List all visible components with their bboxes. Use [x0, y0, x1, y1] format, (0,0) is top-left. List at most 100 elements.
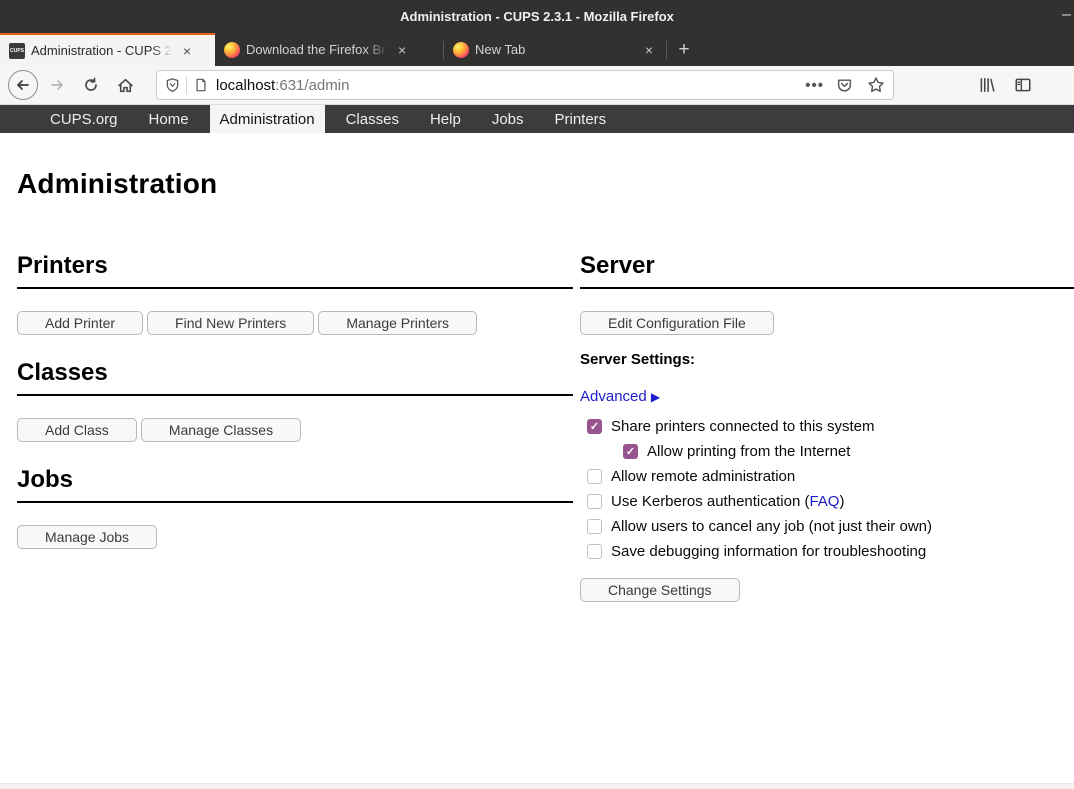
left-column: Printers Add Printer Find New Printers M… [17, 200, 573, 549]
setting-checkbox-row: Save debugging information for troublesh… [587, 539, 1074, 564]
find-new-printers-button[interactable]: Find New Printers [147, 311, 314, 335]
checkbox-label: Allow users to cancel any job (not just … [611, 518, 932, 535]
bookmark-star-icon[interactable] [867, 76, 885, 94]
tracking-shield-icon[interactable] [165, 77, 180, 93]
library-icon [978, 76, 996, 94]
classes-heading: Classes [17, 359, 573, 387]
firefox-favicon-icon [453, 42, 469, 58]
page-title: Administration [17, 168, 1074, 200]
edit-configuration-file-button[interactable]: Edit Configuration File [580, 311, 774, 335]
server-heading: Server [580, 252, 1074, 280]
new-tab-button[interactable]: + [667, 33, 701, 66]
tab-new-tab[interactable]: New Tab × [444, 33, 666, 66]
home-icon [117, 77, 134, 94]
setting-checkbox-row: ✓ Allow printing from the Internet [623, 439, 1074, 464]
reload-icon [83, 77, 99, 93]
nav-item-home[interactable]: Home [139, 105, 199, 133]
sidebar-icon [1014, 76, 1032, 94]
cups-nav-bar: CUPS.org Home Administration Classes Hel… [0, 105, 1074, 133]
setting-checkbox-row: Allow remote administration [587, 464, 1074, 489]
page-content: Administration Printers Add Printer Find… [0, 168, 1074, 602]
advanced-arrow-icon[interactable]: ▶ [651, 390, 660, 404]
page-actions-icon[interactable]: ••• [805, 77, 824, 94]
tab-title-fade [366, 42, 388, 57]
setting-checkbox-row: Allow users to cancel any job (not just … [587, 514, 1074, 539]
tab-bar: CUPS Administration - CUPS 2. × Download… [0, 33, 1074, 66]
manage-classes-button[interactable]: Manage Classes [141, 418, 301, 442]
nav-item-administration[interactable]: Administration [210, 105, 325, 133]
server-settings-checkbox-list: ✓ Share printers connected to this system… [580, 414, 1074, 564]
server-rule [580, 287, 1074, 289]
tab-download-firefox[interactable]: Download the Firefox Br × [215, 33, 443, 66]
library-button[interactable] [972, 70, 1002, 100]
checkbox-label: Allow printing from the Internet [647, 443, 850, 460]
url-host: localhost [216, 77, 275, 94]
jobs-buttons: Manage Jobs [17, 525, 573, 549]
jobs-heading: Jobs [17, 466, 573, 494]
tab-close-icon[interactable]: × [641, 43, 657, 57]
tab-close-icon[interactable]: × [394, 43, 410, 57]
nav-item-cups-org[interactable]: CUPS.org [40, 105, 128, 133]
urlbar-divider [186, 76, 187, 94]
reload-button[interactable] [76, 70, 106, 100]
minimize-button[interactable]: – [1062, 6, 1074, 24]
checkbox-label: Save debugging information for troublesh… [611, 543, 926, 560]
url-text[interactable]: localhost:631/admin [216, 77, 805, 94]
window-titlebar: Administration - CUPS 2.3.1 - Mozilla Fi… [0, 0, 1074, 33]
change-settings-row: Change Settings [580, 578, 1074, 602]
url-bar[interactable]: localhost:631/admin ••• [156, 70, 894, 100]
tab-title: Administration - CUPS 2. [31, 43, 173, 58]
checkbox-unchecked-icon[interactable] [587, 544, 602, 559]
jobs-rule [17, 501, 573, 503]
sidebar-button[interactable] [1008, 70, 1038, 100]
tab-close-icon[interactable]: × [179, 44, 195, 58]
checkbox-unchecked-icon[interactable] [587, 519, 602, 534]
manage-jobs-button[interactable]: Manage Jobs [17, 525, 157, 549]
page-footer-strip [0, 783, 1074, 789]
home-button[interactable] [110, 70, 140, 100]
nav-item-jobs[interactable]: Jobs [482, 105, 534, 133]
tab-title: New Tab [475, 42, 555, 57]
printers-heading: Printers [17, 252, 573, 280]
checkbox-label: Allow remote administration [611, 468, 795, 485]
firefox-favicon-icon [224, 42, 240, 58]
window-title: Administration - CUPS 2.3.1 - Mozilla Fi… [400, 9, 674, 24]
tab-title: Download the Firefox Br [246, 42, 388, 57]
manage-printers-button[interactable]: Manage Printers [318, 311, 477, 335]
forward-arrow-icon [49, 77, 65, 93]
classes-rule [17, 394, 573, 396]
forward-button[interactable] [42, 70, 72, 100]
checkbox-label: Use Kerberos authentication (FAQ) [611, 493, 844, 510]
server-buttons: Edit Configuration File [580, 311, 1074, 335]
add-printer-button[interactable]: Add Printer [17, 311, 143, 335]
printers-buttons: Add Printer Find New Printers Manage Pri… [17, 311, 573, 335]
cups-favicon-icon: CUPS [9, 43, 25, 59]
checkbox-label: Share printers connected to this system [611, 418, 874, 435]
checkbox-unchecked-icon[interactable] [587, 469, 602, 484]
url-path: :631/admin [275, 77, 349, 94]
nav-item-classes[interactable]: Classes [336, 105, 409, 133]
checkbox-checked-icon[interactable]: ✓ [587, 419, 602, 434]
back-arrow-icon [15, 77, 31, 93]
change-settings-button[interactable]: Change Settings [580, 578, 740, 602]
page-info-icon[interactable] [194, 77, 208, 93]
add-class-button[interactable]: Add Class [17, 418, 137, 442]
back-button[interactable] [8, 70, 38, 100]
checkbox-checked-icon[interactable]: ✓ [623, 444, 638, 459]
advanced-row: Advanced ▶ [580, 388, 1074, 405]
faq-link[interactable]: FAQ [809, 493, 839, 510]
tab-administration-cups[interactable]: CUPS Administration - CUPS 2. × [0, 33, 215, 66]
setting-checkbox-row: Use Kerberos authentication (FAQ) [587, 489, 1074, 514]
setting-checkbox-row: ✓ Share printers connected to this system [587, 414, 1074, 439]
toolbar-right-icons [904, 70, 1024, 100]
classes-buttons: Add Class Manage Classes [17, 418, 573, 442]
browser-toolbar: localhost:631/admin ••• [0, 66, 1074, 105]
right-column: Server Edit Configuration File Server Se… [580, 200, 1074, 602]
tab-title-fade [151, 43, 173, 58]
pocket-icon[interactable] [836, 77, 853, 94]
nav-item-printers[interactable]: Printers [545, 105, 617, 133]
checkbox-unchecked-icon[interactable] [587, 494, 602, 509]
advanced-link[interactable]: Advanced [580, 388, 647, 405]
printers-rule [17, 287, 573, 289]
nav-item-help[interactable]: Help [420, 105, 471, 133]
